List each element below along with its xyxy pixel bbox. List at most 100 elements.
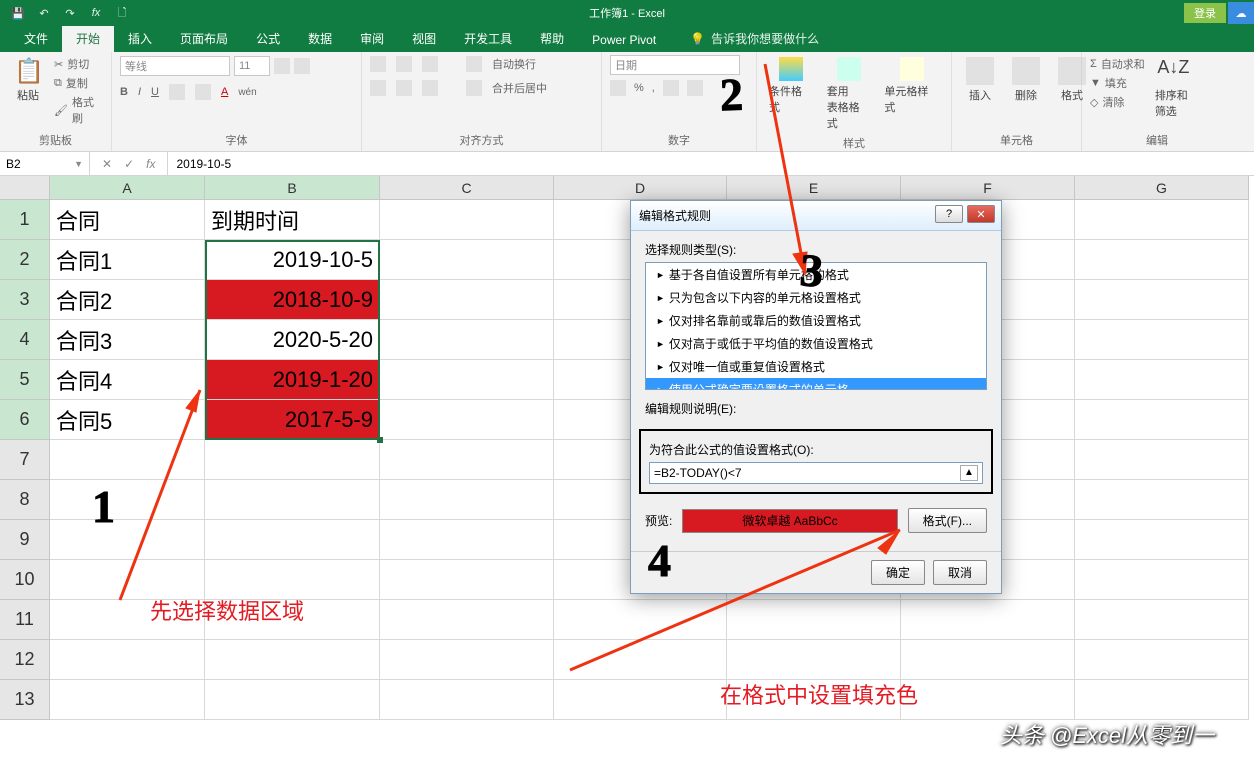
cell-C1[interactable] [380, 200, 554, 240]
align-top-icon[interactable] [370, 56, 386, 72]
cell-G3[interactable] [1075, 280, 1249, 320]
tab-powerpivot[interactable]: Power Pivot [578, 28, 670, 52]
cell-G2[interactable] [1075, 240, 1249, 280]
table-format-button[interactable]: 套用表格格式 [823, 55, 875, 133]
number-format-select[interactable]: 日期 [610, 55, 740, 75]
cell-style-button[interactable]: 单元格样式 [880, 55, 943, 117]
cell-C13[interactable] [380, 680, 554, 720]
clear-button[interactable]: ◇清除 [1090, 93, 1145, 111]
cell-A12[interactable] [50, 640, 205, 680]
comma-icon[interactable]: , [652, 82, 655, 94]
rule-type-item[interactable]: 仅对排名靠前或靠后的数值设置格式 [646, 309, 986, 332]
row-header-8[interactable]: 8 [0, 480, 50, 520]
cell-B2[interactable]: 2019-10-5 [205, 240, 380, 280]
cell-F13[interactable] [901, 680, 1075, 720]
cell-C4[interactable] [380, 320, 554, 360]
cell-A10[interactable] [50, 560, 205, 600]
cell-C5[interactable] [380, 360, 554, 400]
row-header-5[interactable]: 5 [0, 360, 50, 400]
cell-F12[interactable] [901, 640, 1075, 680]
cell-B11[interactable] [205, 600, 380, 640]
cell-A4[interactable]: 合同3 [50, 320, 205, 360]
cell-E13[interactable] [727, 680, 901, 720]
login-button[interactable]: 登录 [1184, 3, 1226, 23]
tab-data[interactable]: 数据 [294, 25, 346, 52]
tab-pagelayout[interactable]: 页面布局 [166, 25, 242, 52]
col-header-C[interactable]: C [380, 176, 554, 200]
cell-B10[interactable] [205, 560, 380, 600]
cut-button[interactable]: ✂剪切 [54, 55, 103, 73]
row-header-9[interactable]: 9 [0, 520, 50, 560]
redo-icon[interactable]: ↷ [62, 5, 78, 21]
autosum-button[interactable]: Σ自动求和 [1090, 55, 1145, 73]
rule-formula-input[interactable]: =B2-TODAY()<7 ▲ [649, 462, 983, 484]
font-name-select[interactable]: 等线 [120, 56, 230, 76]
cell-C7[interactable] [380, 440, 554, 480]
save-icon[interactable]: 💾 [10, 5, 26, 21]
row-header-6[interactable]: 6 [0, 400, 50, 440]
currency-icon[interactable] [610, 80, 626, 96]
tab-home[interactable]: 开始 [62, 25, 114, 52]
rule-type-item[interactable]: 基于各自值设置所有单元格的格式 [646, 263, 986, 286]
cell-B4[interactable]: 2020-5-20 [205, 320, 380, 360]
merge-button[interactable]: 合并后居中 [492, 80, 547, 96]
delete-button[interactable]: 删除 [1006, 55, 1046, 105]
ok-button[interactable]: 确定 [871, 560, 925, 585]
merge-icon[interactable] [466, 80, 482, 96]
name-box[interactable]: B2▼ [0, 152, 90, 175]
tab-formula[interactable]: 公式 [242, 25, 294, 52]
format-button[interactable]: 格式(F)... [908, 508, 987, 533]
rule-type-list[interactable]: 基于各自值设置所有单元格的格式只为包含以下内容的单元格设置格式仅对排名靠前或靠后… [645, 262, 987, 390]
cell-D13[interactable] [554, 680, 727, 720]
cell-G10[interactable] [1075, 560, 1249, 600]
cell-A11[interactable] [50, 600, 205, 640]
bold-button[interactable]: B [120, 86, 128, 98]
chevron-down-icon[interactable]: ▼ [74, 159, 83, 169]
cancel-icon[interactable]: ✕ [102, 157, 112, 171]
italic-button[interactable]: I [138, 86, 141, 98]
align-center-icon[interactable] [396, 80, 412, 96]
row-header-11[interactable]: 11 [0, 600, 50, 640]
qat-icon[interactable]: 🗋 [114, 5, 130, 21]
cancel-button[interactable]: 取消 [933, 560, 987, 585]
cell-C12[interactable] [380, 640, 554, 680]
tab-review[interactable]: 审阅 [346, 25, 398, 52]
fill-handle[interactable] [377, 437, 383, 443]
cell-B1[interactable]: 到期时间 [205, 200, 380, 240]
wrap-icon[interactable] [466, 56, 482, 72]
cell-A2[interactable]: 合同1 [50, 240, 205, 280]
cell-A3[interactable]: 合同2 [50, 280, 205, 320]
align-bot-icon[interactable] [422, 56, 438, 72]
cell-G7[interactable] [1075, 440, 1249, 480]
help-button[interactable]: ? [935, 205, 963, 223]
col-header-B[interactable]: B [205, 176, 380, 200]
align-left-icon[interactable] [370, 80, 386, 96]
cond-format-button[interactable]: 条件格式 [765, 55, 817, 117]
cloud-icon[interactable]: ☁ [1228, 2, 1254, 24]
row-header-2[interactable]: 2 [0, 240, 50, 280]
copy-button[interactable]: ⧉复制 [54, 74, 103, 92]
close-button[interactable]: ✕ [967, 205, 995, 223]
cell-B13[interactable] [205, 680, 380, 720]
rule-type-item[interactable]: 使用公式确定要设置格式的单元格 [646, 378, 986, 390]
cell-G11[interactable] [1075, 600, 1249, 640]
cell-A6[interactable]: 合同5 [50, 400, 205, 440]
cell-B8[interactable] [205, 480, 380, 520]
qat-icon[interactable]: fx [88, 5, 104, 21]
formula-input[interactable]: 2019-10-5 [167, 152, 1254, 175]
cell-G9[interactable] [1075, 520, 1249, 560]
wrap-button[interactable]: 自动换行 [492, 56, 536, 72]
inc-dec-icon[interactable] [663, 80, 679, 96]
shrink-font-icon[interactable] [294, 58, 310, 74]
cell-B9[interactable] [205, 520, 380, 560]
cell-B7[interactable] [205, 440, 380, 480]
tab-help[interactable]: 帮助 [526, 25, 578, 52]
cell-F11[interactable] [901, 600, 1075, 640]
tab-file[interactable]: 文件 [10, 25, 62, 52]
cell-B6[interactable]: 2017-5-9 [205, 400, 380, 440]
collapse-icon[interactable]: ▲ [960, 465, 978, 481]
cell-A1[interactable]: 合同 [50, 200, 205, 240]
row-header-13[interactable]: 13 [0, 680, 50, 720]
col-header-G[interactable]: G [1075, 176, 1249, 200]
border-icon[interactable] [169, 84, 185, 100]
